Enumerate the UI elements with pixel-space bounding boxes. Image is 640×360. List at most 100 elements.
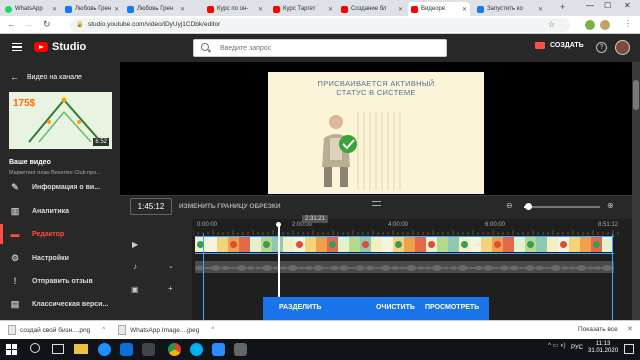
bookmark-star-icon[interactable]: ☆	[548, 20, 555, 29]
split-button[interactable]: РАЗДЕЛИТЬ	[279, 304, 321, 311]
sidebar-item-settings[interactable]: ⚙ Настройки	[0, 248, 120, 268]
audio-waveform	[194, 265, 614, 271]
edge-icon[interactable]	[98, 343, 111, 356]
preview-button[interactable]: ПРОСМОТРЕТЬ	[425, 304, 479, 311]
app-icon[interactable]	[142, 343, 155, 356]
windows-taskbar: ^ ▭ ◖) РУС 11:13 31.01.2020	[0, 339, 640, 360]
search-input[interactable]	[220, 42, 440, 54]
forward-icon[interactable]: →	[24, 19, 33, 29]
close-icon[interactable]: ✕	[462, 6, 467, 13]
close-icon[interactable]: ✕	[627, 325, 633, 333]
close-icon[interactable]: ✕	[398, 6, 403, 13]
notifications-icon[interactable]	[624, 344, 634, 354]
classic-icon: ▤	[10, 298, 20, 309]
reload-icon[interactable]: ↻	[43, 19, 51, 30]
skype-icon[interactable]	[190, 343, 203, 356]
close-icon[interactable]: ✕	[258, 6, 263, 13]
close-icon[interactable]: ✕	[538, 6, 543, 13]
close-icon[interactable]: ✕	[52, 6, 57, 13]
clock-time: 11:13	[595, 341, 611, 347]
help-icon[interactable]: ?	[596, 42, 607, 53]
download-item[interactable]: WhatsApp Image....jpeg ^	[118, 325, 214, 335]
your-video-heading: Ваше видео	[9, 159, 51, 166]
youtube-logo-icon[interactable]	[34, 42, 48, 52]
close-icon[interactable]: ✕	[180, 6, 185, 13]
sidebar-item-analytics[interactable]: ▥ Аналитика	[0, 201, 120, 221]
store-icon[interactable]	[120, 343, 133, 356]
zoom-slider-knob[interactable]	[525, 203, 532, 210]
more-menu-icon[interactable]: ⋮	[624, 19, 632, 28]
zoom-out-icon[interactable]: ⊖	[506, 201, 513, 210]
zoom-app-icon[interactable]	[212, 343, 225, 356]
back-to-videos-link[interactable]: ← Видео на канале	[10, 72, 82, 82]
scrollbar-thumb[interactable]	[633, 80, 639, 110]
chrome-icon[interactable]	[168, 343, 181, 356]
show-all-downloads-link[interactable]: Показать все	[578, 326, 618, 333]
pencil-icon: ✎	[11, 181, 19, 192]
close-icon[interactable]: ✕	[328, 6, 333, 13]
hamburger-menu-icon[interactable]	[12, 43, 22, 51]
minimize-icon[interactable]: —	[586, 1, 594, 10]
create-button[interactable]: СОЗДАТЬ	[535, 42, 584, 49]
browser-tab[interactable]: WhatsApp ✕	[2, 2, 60, 16]
browser-tab[interactable]: Запустить ко ✕	[474, 2, 546, 16]
sidebar-item-details[interactable]: ✎ Информация о ви...	[0, 177, 120, 197]
clock[interactable]: 11:13 31.01.2020	[588, 341, 618, 355]
avatar[interactable]	[615, 40, 630, 55]
chevron-down-icon[interactable]: ⌄	[168, 262, 174, 270]
profile-icon[interactable]	[600, 20, 610, 30]
back-label: Видео на канале	[27, 73, 82, 81]
chevron-up-icon[interactable]: ^	[102, 327, 105, 333]
app-icon[interactable]	[234, 343, 247, 356]
sidebar-item-editor[interactable]: ▬ Редактор	[0, 224, 120, 244]
video-preview-frame[interactable]: ПРИСВАИВАЕТСЯ АКТИВНЫЙ СТАТУС В СИСТЕМЕ	[268, 72, 484, 194]
feedback-icon: !	[13, 276, 17, 286]
resize-handle-icon[interactable]	[372, 201, 381, 206]
add-icon[interactable]: +	[168, 284, 173, 293]
close-window-icon[interactable]: ✕	[624, 1, 631, 10]
tab-label: Любовь Грен	[75, 6, 112, 12]
endscreen-track[interactable]	[195, 281, 614, 295]
browser-tab[interactable]: Курс по он- ✕	[204, 2, 266, 16]
file-explorer-icon[interactable]	[74, 344, 88, 354]
clear-button[interactable]: ОЧИСТИТЬ	[376, 304, 415, 311]
chevron-up-icon[interactable]: ^	[211, 327, 214, 333]
zoom-slider-track[interactable]	[524, 206, 600, 208]
language-indicator[interactable]: РУС	[571, 345, 583, 351]
browser-tab[interactable]: Курс Таргет ✕	[270, 2, 336, 16]
download-item[interactable]: создай свой бизн....png ^	[8, 325, 105, 335]
thumbnail-price-text: 175$	[13, 98, 36, 109]
sidebar-item-feedback[interactable]: ! Отправить отзыв	[0, 271, 120, 291]
task-view-icon[interactable]	[52, 344, 64, 354]
studio-logo-text[interactable]: Studio	[52, 41, 86, 53]
video-track[interactable]	[195, 236, 614, 254]
facebook-icon	[477, 5, 484, 13]
close-icon[interactable]: ✕	[114, 6, 119, 13]
sidebar-item-label: Классическая верси...	[32, 300, 109, 308]
search-icon[interactable]	[30, 343, 40, 353]
browser-tab[interactable]: Любовь Грен ✕	[62, 2, 122, 16]
music-note-icon[interactable]: ♪	[133, 262, 137, 271]
audio-track[interactable]	[194, 261, 614, 273]
sidebar-item-classic[interactable]: ▤ Классическая верси...	[0, 294, 120, 314]
current-time-box[interactable]: 1:45:12	[130, 198, 172, 215]
download-filename: WhatsApp Image....jpeg	[130, 326, 200, 334]
extension-icon[interactable]	[585, 20, 595, 30]
url-field[interactable]: 🔒 studio.youtube.com/video/lDyUyj1CDbk/e…	[70, 18, 570, 32]
system-tray-icons[interactable]: ^ ▭ ◖)	[548, 342, 565, 349]
trim-handle-right[interactable]	[612, 234, 613, 320]
new-tab-icon[interactable]: +	[560, 2, 565, 12]
browser-tab-active[interactable]: Видеоре ✕	[408, 2, 470, 16]
edit-trim-button[interactable]: ИЗМЕНИТЬ ГРАНИЦУ ОБРЕЗКИ	[179, 203, 281, 210]
zoom-in-icon[interactable]: ⊕	[607, 201, 614, 210]
track-header-column	[120, 219, 192, 320]
search-box[interactable]	[193, 39, 447, 57]
windows-start-icon[interactable]	[6, 344, 17, 355]
back-icon[interactable]: ←	[7, 19, 16, 29]
maximize-icon[interactable]: ☐	[604, 1, 611, 10]
video-thumbnail[interactable]: 175$ 8:52	[9, 92, 112, 149]
trim-handle-left[interactable]	[203, 234, 204, 320]
endscreen-icon[interactable]: ▣	[131, 285, 139, 294]
browser-tab[interactable]: Создание бл ✕	[338, 2, 406, 16]
browser-tab[interactable]: Любовь Грен ✕	[124, 2, 188, 16]
